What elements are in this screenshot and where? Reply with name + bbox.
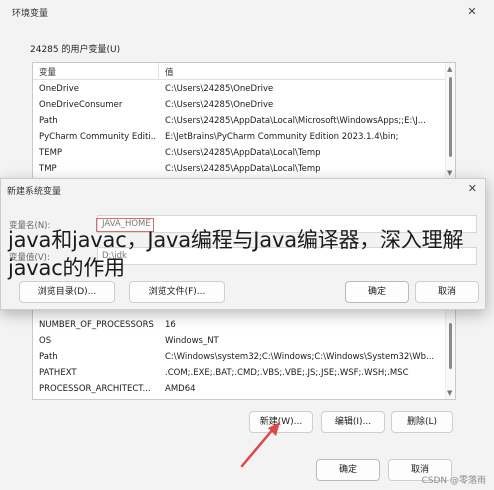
- var-value: Windows_NT: [165, 336, 219, 346]
- column-divider[interactable]: [158, 63, 159, 80]
- scroll-thumb[interactable]: [449, 77, 452, 157]
- browse-directory-button[interactable]: 浏览目录(D)...: [19, 281, 115, 303]
- table-row[interactable]: PATHEXT .COM;.EXE;.BAT;.CMD;.VBS;.VBE;.J…: [33, 365, 445, 382]
- table-row[interactable]: OneDriveConsumer C:\Users\24285\OneDrive: [33, 97, 445, 114]
- dialog-title: 新建系统变量: [7, 187, 62, 197]
- table-row[interactable]: TEMP C:\Users\24285\AppData\Local\Temp: [33, 145, 445, 162]
- var-value: C:\Users\24285\OneDrive: [165, 84, 274, 94]
- user-vars-table: 变量 值 OneDrive C:\Users\24285\OneDrive On…: [32, 62, 456, 180]
- var-name: Path: [39, 116, 58, 126]
- table-row[interactable]: OneDrive C:\Users\24285\OneDrive: [33, 81, 445, 98]
- table-row[interactable]: PROCESSOR_ARCHITECT... AMD64: [33, 381, 445, 398]
- delete-variable-button[interactable]: 删除(L): [391, 411, 453, 433]
- annotation-arrow-icon: [240, 422, 280, 468]
- var-name: PROCESSOR_ARCHITECT...: [39, 384, 151, 394]
- var-value: C:\Users\24285\OneDrive: [165, 100, 274, 110]
- table-header: 变量 值: [33, 63, 445, 80]
- header-value[interactable]: 值: [165, 66, 174, 78]
- var-value: E:\JetBrains\PyCharm Community Edition 2…: [165, 132, 399, 142]
- system-vars-table: NUMBER_OF_PROCESSORS 16 OS Windows_NT Pa…: [32, 296, 456, 400]
- user-vars-label: 24285 的用户变量(U): [30, 45, 121, 55]
- close-icon[interactable]: ✕: [468, 182, 477, 195]
- var-name: NUMBER_OF_PROCESSORS: [39, 320, 154, 330]
- watermark: CSDN @零落雨: [421, 476, 486, 486]
- browse-file-button[interactable]: 浏览文件(F)...: [129, 281, 225, 303]
- dialog-ok-button[interactable]: 确定: [345, 281, 409, 303]
- header-variable[interactable]: 变量: [39, 66, 56, 78]
- var-name: TMP: [39, 164, 57, 174]
- var-name: OneDrive: [39, 84, 79, 94]
- title-bar: 环境变量 ✕: [0, 0, 494, 24]
- var-name: PyCharm Community Editi...: [39, 132, 157, 142]
- var-name: TEMP: [39, 148, 63, 158]
- ok-button[interactable]: 确定: [316, 459, 380, 481]
- var-name: OS: [39, 336, 52, 346]
- var-name: Path: [39, 352, 58, 362]
- scroll-up-icon[interactable]: ▲: [447, 65, 452, 73]
- var-value: 16: [165, 320, 176, 330]
- close-icon[interactable]: ✕: [464, 4, 480, 20]
- table-row[interactable]: OS Windows_NT: [33, 333, 445, 350]
- var-value: .COM;.EXE;.BAT;.CMD;.VBS;.VBE;.JS;.JSE;.…: [165, 368, 409, 378]
- dialog-cancel-button[interactable]: 取消: [415, 281, 479, 303]
- var-value: C:\Users\24285\AppData\Local\Temp: [165, 148, 321, 158]
- scroll-down-icon[interactable]: ▼: [447, 389, 452, 397]
- var-name: OneDriveConsumer: [39, 100, 123, 110]
- scroll-thumb[interactable]: [449, 323, 452, 369]
- var-value: C:\Users\24285\AppData\Local\Temp: [165, 164, 321, 174]
- var-value: C:\Windows\system32;C:\Windows;C:\Window…: [165, 352, 435, 362]
- var-value: AMD64: [165, 384, 196, 394]
- table-row[interactable]: PyCharm Community Editi... E:\JetBrains\…: [33, 129, 445, 146]
- table-row[interactable]: Path C:\Windows\system32;C:\Windows;C:\W…: [33, 349, 445, 366]
- table-row[interactable]: Path C:\Users\24285\AppData\Local\Micros…: [33, 113, 445, 130]
- var-name: PATHEXT: [39, 368, 77, 378]
- edit-variable-button[interactable]: 编辑(I)...: [321, 411, 385, 433]
- user-vars-scrollbar[interactable]: ▲ ▼: [445, 63, 455, 179]
- article-title-overlay: java和javac，Java编程与Java编译器，深入理解javac的作用: [8, 228, 464, 280]
- table-row[interactable]: TMP C:\Users\24285\AppData\Local\Temp: [33, 161, 445, 178]
- table-row[interactable]: NUMBER_OF_PROCESSORS 16: [33, 317, 445, 334]
- system-vars-scrollbar[interactable]: ▼: [445, 297, 455, 399]
- var-value: C:\Users\24285\AppData\Local\Microsoft\W…: [165, 116, 426, 126]
- window-title: 环境变量: [12, 9, 49, 19]
- scroll-down-icon[interactable]: ▼: [447, 169, 452, 177]
